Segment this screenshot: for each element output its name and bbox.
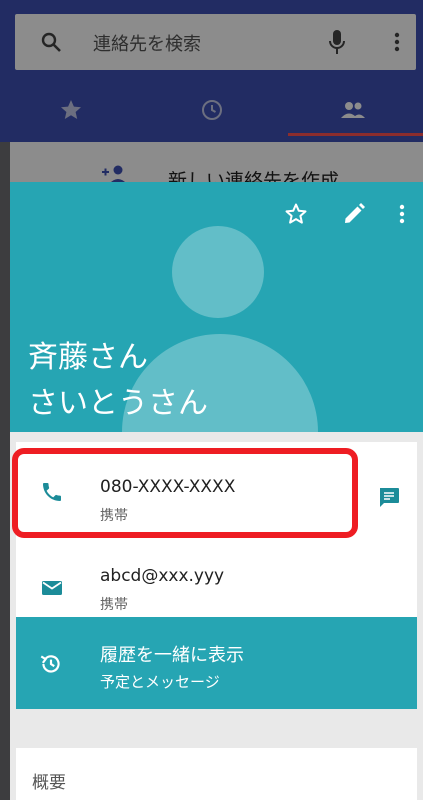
history-button[interactable]: 履歴を一緒に表示 予定とメッセージ [16, 617, 417, 709]
contact-header: 斉藤さん さいとうさん [10, 182, 423, 432]
history-subtitle: 予定とメッセージ [100, 673, 220, 691]
history-icon [40, 655, 60, 673]
email-type: 携帯 [100, 597, 128, 613]
message-icon[interactable] [377, 485, 401, 509]
contact-name: 斉藤さん [28, 340, 148, 375]
avatar-placeholder-head [172, 226, 264, 318]
summary-heading: 概要 [32, 773, 66, 793]
more-vert-icon[interactable] [390, 202, 414, 226]
phone-highlight-box [12, 448, 358, 538]
contact-name-reading: さいとうさん [28, 386, 208, 421]
history-title: 履歴を一緒に表示 [100, 645, 244, 666]
mail-icon [42, 581, 62, 595]
summary-section: 概要 [16, 748, 417, 800]
edit-pencil-icon[interactable] [342, 202, 366, 226]
screen: 連絡先を検索 新しい連絡先を作成 斉藤さん さいとうさん 080-XXXX-XX… [0, 0, 423, 800]
email-address: abcd@xxx.yyy [100, 566, 225, 586]
star-outline-icon[interactable] [284, 202, 308, 226]
